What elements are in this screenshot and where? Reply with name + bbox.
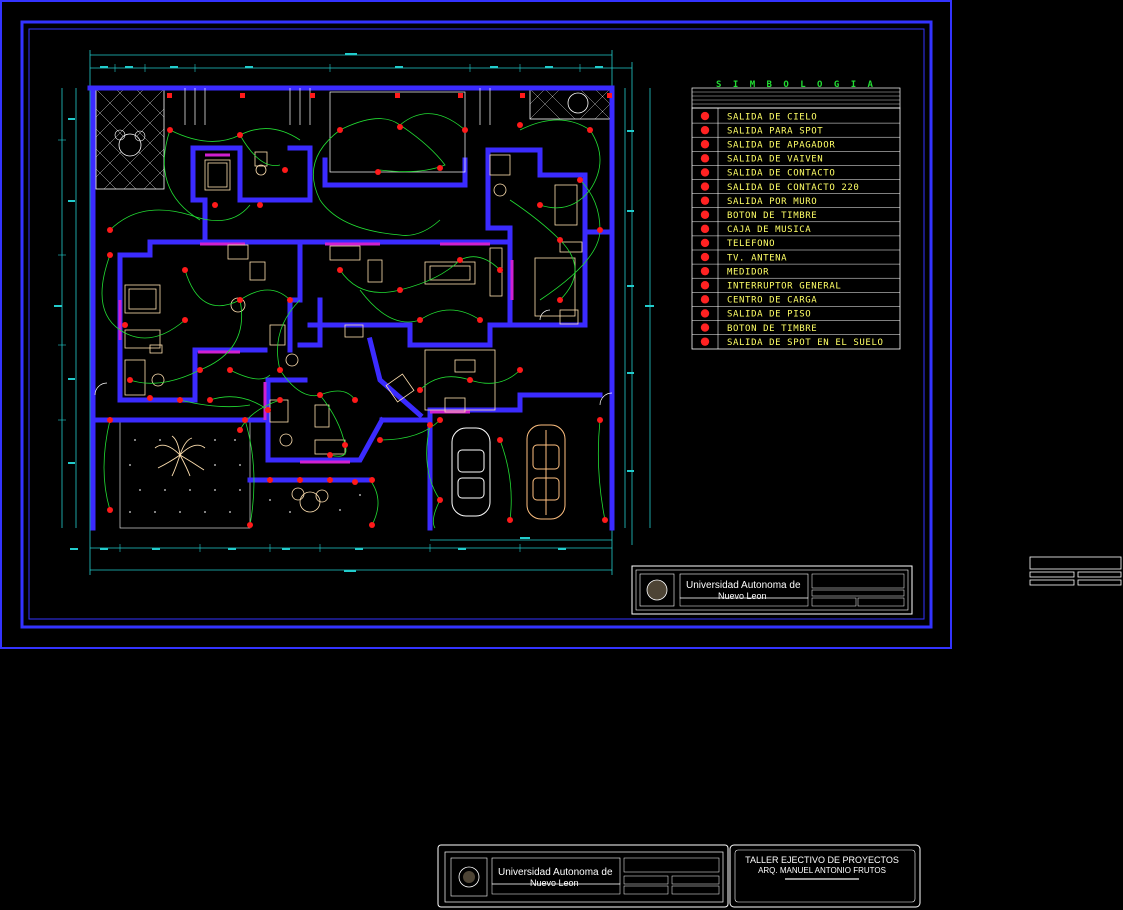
cad-drawing-canvas: S I M B O L O G I A SALIDA DE CIELO SALID… [0, 0, 1123, 910]
symbology-label: CENTRO DE CARGA [727, 296, 817, 306]
symbology-label: SALIDA DE APAGADOR [727, 140, 835, 150]
symbology-title: S I M B O L O G I A [716, 80, 876, 90]
symbol-icon [700, 140, 710, 149]
teacher-name: ARQ. MANUEL ANTONIO FRUTOS [758, 866, 886, 875]
symbology-label: SALIDA DE SPOT EN EL SUELO [727, 338, 883, 348]
bottom-university-name-line2: Nuevo Leon [530, 878, 579, 888]
symbol-icon [700, 252, 710, 262]
symbol-icon [700, 154, 710, 163]
symbology-label: SALIDA PARA SPOT [727, 126, 823, 136]
symbology-label: SALIDA DE VAIVEN [727, 155, 823, 165]
symbology-label: SALIDA POR MURO [727, 197, 817, 207]
symbol-icon [700, 182, 710, 191]
symbology-label: SALIDA DE CONTACTO 220 [727, 183, 859, 193]
symbol-icon [700, 295, 710, 304]
symbol-icon [700, 323, 710, 332]
symbol-icon [700, 168, 710, 177]
symbology-label: CAJA DE MUSICA [727, 225, 811, 235]
symbol-icon [700, 309, 710, 318]
symbology-label: SALIDA DE CIELO [727, 112, 817, 122]
symbol-icon [700, 210, 710, 219]
symbology-label: TELEFONO [727, 239, 775, 249]
symbology-label: INTERRUPTOR GENERAL [727, 281, 841, 291]
symbology-label: BOTON DE TIMBRE [727, 211, 817, 221]
symbol-icon [700, 281, 710, 290]
symbol-icon [700, 238, 710, 248]
main-university-name: Universidad Autonoma de [686, 580, 801, 591]
symbology-label: SALIDA DE PISO [727, 310, 811, 320]
symbology-label: SALIDA DE CONTACTO [727, 169, 835, 179]
symbol-icon [700, 337, 710, 346]
symbology-label: MEDIDOR [727, 267, 769, 277]
symbol-icon [700, 224, 710, 234]
symbol-icon [700, 196, 710, 205]
symbol-icon [700, 111, 710, 121]
course-name: TALLER EJECTIVO DE PROYECTOS [745, 855, 899, 865]
main-university-name-line2: Nuevo Leon [718, 591, 767, 601]
bottom-university-name: Universidad Autonoma de [498, 867, 613, 878]
symbol-icon [700, 125, 710, 135]
symbol-icon [700, 266, 710, 276]
symbology-label: BOTON DE TIMBRE [727, 324, 817, 334]
symbology-label: TV. ANTENA [727, 253, 787, 263]
